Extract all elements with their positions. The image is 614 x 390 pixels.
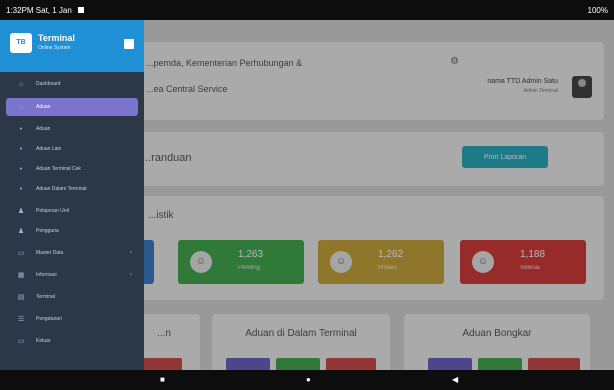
sidebar-item-dashboard[interactable]: ⌂ Dashboard [6, 75, 138, 93]
sidebar-item-informasi[interactable]: ▦ Informasi › [6, 266, 138, 284]
sidebar-item-pengaturan[interactable]: ☰ Pengaturan [6, 310, 138, 328]
sidebar-item-label: Master Data [36, 250, 64, 256]
sidebar-drawer: TB Terminal Online System ⌂ Dashboard ○ … [0, 20, 144, 370]
sidebar-item-aduan-dalam-terminal[interactable]: • Aduan Dalam Terminal [6, 180, 138, 198]
sidebar-item-keluar[interactable]: ▭ Keluar [6, 332, 138, 350]
dot-icon: • [19, 165, 23, 173]
app-title: Terminal [38, 33, 75, 43]
grid-icon: ▤ [17, 294, 25, 301]
sidebar-item-label: Aduan Dalam Terminal [36, 186, 87, 192]
close-drawer-icon[interactable] [124, 39, 134, 49]
sidebar-item-label: Terminal [36, 294, 55, 300]
sidebar-item-label: Aduan Terminal Cek [36, 166, 81, 172]
app-logo: TB [10, 33, 32, 53]
sidebar-item-label: Aduan Lain [36, 146, 62, 152]
status-time: 1:32PM Sat, 1 Jan [6, 5, 72, 15]
sidebar-item-label: Pelaporan Unit [36, 208, 70, 214]
sidebar-item-pengguna[interactable]: ♟ Pengguna [6, 222, 138, 240]
chevron-right-icon: › [130, 250, 132, 256]
sidebar-item-label: Aduan [36, 126, 51, 132]
sidebar-item-label: Dashboard [36, 81, 61, 87]
sidebar-item-master-data[interactable]: ▭ Master Data › [6, 244, 138, 262]
chevron-right-icon: › [130, 272, 132, 278]
sidebar-item-label: Pengguna [36, 228, 59, 234]
app-screen: ...pemda, Kementerian Perhubungan & ...e… [0, 20, 614, 370]
user-icon: ♟ [17, 208, 25, 215]
dot-icon: • [19, 145, 23, 153]
app-subtitle: Online System [38, 45, 71, 51]
status-bar: 1:32PM Sat, 1 Jan 100% [0, 0, 614, 20]
notification-icon [77, 7, 84, 13]
sidebar-item-label: Pengaturan [36, 316, 62, 322]
list-icon: ☰ [17, 316, 25, 323]
user-icon: ♟ [17, 228, 25, 235]
circle-icon: ○ [18, 103, 24, 111]
sidebar-item-aduan[interactable]: ○ Aduan [6, 98, 138, 116]
monitor-icon: ▭ [17, 338, 25, 345]
sidebar-item-pelaporan[interactable]: ♟ Pelaporan Unit [6, 202, 138, 220]
sidebar-item-terminal[interactable]: ▤ Terminal [6, 288, 138, 306]
home-button-icon[interactable]: ● [306, 375, 311, 384]
building-icon: ▦ [17, 272, 25, 279]
sidebar-item-aduan-terminal-cek[interactable]: • Aduan Terminal Cek [6, 160, 138, 178]
dot-icon: • [19, 185, 23, 193]
sidebar-item-label: Informasi [36, 272, 57, 278]
android-nav-bar: ■ ● ◀ [0, 370, 614, 390]
home-icon: ⌂ [18, 80, 24, 88]
sidebar-item-label: Keluar [36, 338, 51, 344]
dot-icon: • [19, 125, 23, 133]
recent-apps-icon[interactable]: ■ [160, 375, 165, 384]
sidebar-header: TB Terminal Online System [0, 20, 144, 72]
monitor-icon: ▭ [17, 250, 25, 257]
sidebar-item-aduan-sub[interactable]: • Aduan [6, 120, 138, 138]
sidebar-item-aduan-lain[interactable]: • Aduan Lain [6, 140, 138, 158]
back-icon[interactable]: ◀ [452, 375, 458, 384]
status-indicators: 100% [587, 5, 608, 15]
sidebar-item-label: Aduan [36, 104, 51, 110]
